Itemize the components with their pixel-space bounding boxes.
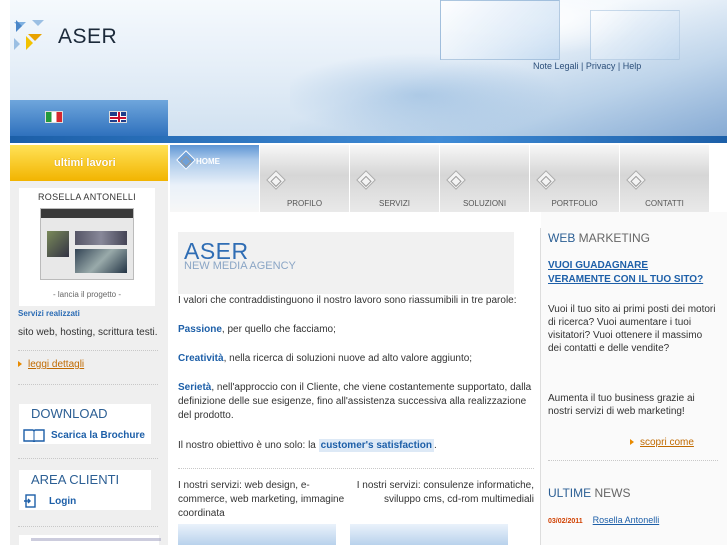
intro-text: I valori che contraddistinguono il nostr…	[178, 295, 517, 306]
details-link[interactable]: leggi dettagli	[28, 359, 84, 370]
nav-soluzioni[interactable]: SOLUZIONI	[440, 145, 529, 212]
divider	[18, 384, 158, 385]
arrow-icon	[18, 361, 22, 368]
divider	[18, 526, 158, 527]
top-links: Note Legali | Privacy | Help	[533, 61, 641, 71]
privacy-link[interactable]: Privacy	[586, 61, 616, 71]
aser-logo-icon[interactable]	[12, 18, 50, 54]
divider	[18, 458, 158, 459]
nav-servizi[interactable]: SERVIZI	[350, 145, 439, 212]
services-text: sito web, hosting, scrittura testi.	[18, 327, 158, 338]
diamond-icon	[626, 170, 646, 190]
brand-name[interactable]: ASER	[58, 25, 117, 49]
column-divider	[540, 228, 541, 545]
divider	[178, 468, 534, 469]
page-subtitle: NEW MEDIA AGENCY	[184, 260, 296, 272]
value-keyword: Passione	[178, 324, 222, 335]
diamond-icon	[536, 170, 556, 190]
nav-label: HOME	[196, 157, 220, 166]
nav-label: CONTATTI	[645, 199, 684, 208]
objective-suffix: .	[433, 440, 437, 451]
service-image[interactable]	[178, 524, 336, 545]
download-brochure-link[interactable]: Scarica la Brochure	[51, 430, 145, 441]
divider	[18, 350, 158, 351]
project-name: ROSELLA ANTONELLI	[38, 192, 136, 202]
value-serieta: Serietà, nell'approccio con il Cliente, …	[178, 381, 534, 423]
divider	[548, 460, 718, 461]
nav-portfolio[interactable]: PORTFOLIO	[530, 145, 619, 212]
download-box: DOWNLOAD Scarica la Brochure	[19, 404, 151, 444]
arrow-icon	[630, 439, 634, 446]
client-area-box: AREA CLIENTI Login	[19, 470, 151, 510]
italian-flag-icon[interactable]	[45, 111, 63, 123]
nav-label: SOLUZIONI	[462, 199, 507, 208]
legal-link[interactable]: Note Legali	[533, 61, 579, 71]
diamond-icon	[356, 170, 376, 190]
discover-link[interactable]: scopri come	[640, 437, 694, 448]
header-artwork	[290, 0, 727, 143]
title-part: NEWS	[591, 486, 631, 500]
services-title: Servizi realizzati	[18, 309, 80, 318]
web-marketing-text: Vuoi il tuo sito ai primi posti dei moto…	[548, 304, 716, 354]
objective-highlight: customer's satisfaction	[318, 439, 434, 452]
launch-project-link[interactable]: - lancia il progetto -	[19, 290, 155, 299]
english-flag-icon[interactable]	[109, 111, 127, 123]
services-right: I nostri servizi: consulenze informatich…	[356, 480, 534, 505]
main-nav: HOME PROFILO SERVIZI SOLUZIONI PORTFOLIO…	[170, 145, 715, 212]
value-text: , nell'approccio con il Cliente, che vie…	[178, 382, 532, 421]
monitor-graphic	[440, 0, 560, 60]
download-title: DOWNLOAD	[31, 406, 108, 421]
web-marketing-question[interactable]: VUOI GUADAGNARE VERAMENTE CON IL TUO SIT…	[548, 259, 708, 287]
login-icon	[24, 494, 36, 508]
service-image[interactable]	[350, 524, 508, 545]
title-part: WEB	[548, 231, 576, 245]
header-banner	[10, 0, 727, 143]
diamond-icon	[446, 170, 466, 190]
diamond-icon	[176, 150, 196, 170]
link-separator: |	[615, 61, 623, 71]
value-text: , per quello che facciamo;	[221, 324, 336, 335]
news-item: 03/02/2011 Rosella Antonelli	[548, 515, 659, 525]
value-creativita: Creatività, nella ricerca di soluzioni n…	[178, 352, 534, 366]
header-stripe	[10, 136, 727, 143]
details-row: leggi dettagli	[18, 359, 84, 370]
nav-label: PORTFOLIO	[551, 199, 598, 208]
brochure-icon	[23, 429, 45, 442]
web-marketing-cta-text: Aumenta il tuo business grazie ai nostri…	[548, 393, 695, 417]
title-part: ULTIME	[548, 486, 592, 500]
login-link[interactable]: Login	[49, 496, 76, 507]
help-link[interactable]: Help	[623, 61, 642, 71]
value-passione: Passione, per quello che facciamo;	[178, 323, 534, 337]
project-thumbnail[interactable]	[40, 208, 134, 280]
news-date: 03/02/2011	[548, 518, 583, 525]
nav-label: PROFILO	[286, 199, 323, 208]
news-link[interactable]: Rosella Antonelli	[593, 515, 660, 525]
nav-label: SERVIZI	[379, 199, 410, 208]
value-keyword: Serietà	[178, 382, 212, 393]
discover-row: scopri come	[630, 437, 694, 448]
services-left: I nostri servizi: web design, e-commerce…	[178, 480, 345, 519]
value-text: , nella ricerca di soluzioni nuove ad al…	[223, 353, 473, 364]
web-marketing-title: WEB MARKETING	[548, 231, 650, 245]
nav-profilo[interactable]: PROFILO	[260, 145, 349, 212]
news-title: ULTIME NEWS	[548, 486, 630, 500]
nav-contatti[interactable]: CONTATTI	[620, 145, 709, 212]
latest-work-banner: ultimi lavori	[10, 145, 168, 181]
more-box-top	[19, 535, 161, 545]
latest-work-label: ultimi lavori	[54, 157, 116, 169]
language-bar	[10, 100, 168, 136]
title-part: MARKETING	[575, 231, 651, 245]
objective-prefix: Il nostro obiettivo è uno solo: la	[178, 440, 319, 451]
objective-text: Il nostro obiettivo è uno solo: la custo…	[178, 439, 534, 453]
diamond-icon	[266, 170, 286, 190]
nav-home[interactable]: HOME	[170, 145, 259, 212]
value-keyword: Creatività	[178, 353, 224, 364]
client-area-title: AREA CLIENTI	[31, 472, 120, 487]
link-separator: |	[578, 61, 586, 71]
monitor-graphic	[590, 10, 680, 60]
